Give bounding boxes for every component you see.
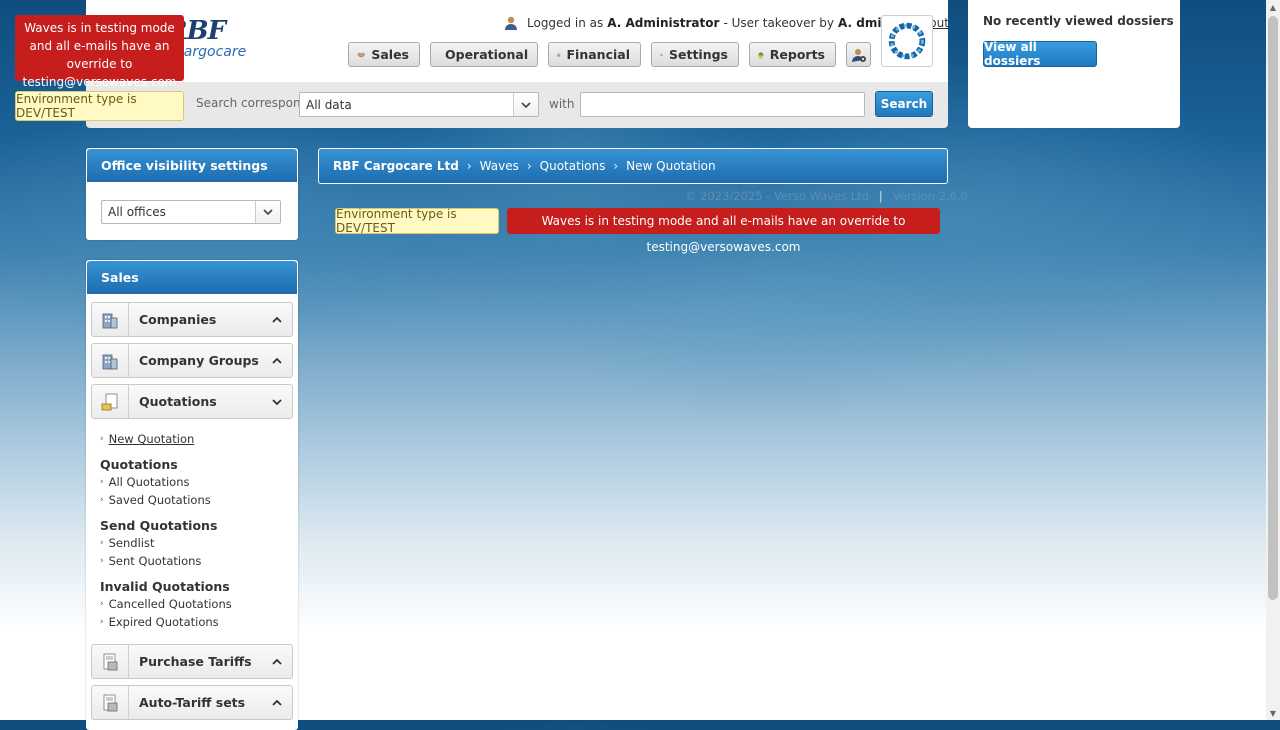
chevron-right-icon: › — [100, 477, 104, 487]
building-icon — [92, 303, 129, 336]
chevron-up-icon — [262, 659, 292, 665]
breadcrumb-separator-icon: › — [613, 159, 618, 173]
breadcrumb-separator-icon: › — [467, 159, 472, 173]
office-select[interactable]: All offices — [101, 200, 281, 224]
testing-mode-inline-warning: Waves is in testing mode and all e-mails… — [507, 208, 940, 234]
purchase-tariffs-label: Purchase Tariffs — [129, 654, 262, 669]
nav-operational-button[interactable]: Operational — [430, 42, 538, 67]
nav-label: Financial — [567, 47, 630, 62]
purchase-tariffs-section[interactable]: Purchase Tariffs — [91, 644, 293, 679]
chevron-right-icon: › — [100, 538, 104, 548]
search-button[interactable]: Search — [875, 91, 933, 117]
new-quotation-label: New Quotation — [109, 432, 195, 446]
divider: | — [879, 189, 883, 203]
sales-panel-title: Sales — [87, 261, 297, 294]
nav-financial-button[interactable]: Financial — [548, 42, 641, 67]
new-quotation-link[interactable]: › New Quotation — [100, 432, 194, 446]
cancelled-quotations-link[interactable]: › Cancelled Quotations — [100, 597, 232, 611]
auto-tariff-sets-section[interactable]: Auto-Tariff sets — [91, 685, 293, 720]
view-all-dossiers-button[interactable]: View all dossiers — [983, 41, 1097, 67]
breadcrumb-waves[interactable]: Waves — [480, 159, 519, 173]
search-input[interactable] — [580, 92, 865, 117]
handshake-icon — [357, 47, 365, 63]
all-quotations-link[interactable]: › All Quotations — [100, 475, 189, 489]
scroll-thumb[interactable] — [1268, 16, 1278, 600]
logged-in-prefix: Logged in as — [527, 16, 603, 30]
send-quotations-heading: Send Quotations — [100, 518, 217, 533]
sent-quotations-link[interactable]: › Sent Quotations — [100, 554, 201, 568]
company-groups-section[interactable]: Company Groups — [91, 343, 293, 378]
search-scope-select[interactable]: All data — [299, 92, 539, 117]
version-text: Version 2.6.0 — [893, 189, 968, 203]
gear-icon — [660, 47, 663, 63]
chevron-right-icon: › — [100, 556, 104, 566]
breadcrumb-current: New Quotation — [626, 159, 715, 173]
nav-settings-button[interactable]: Settings — [651, 42, 739, 67]
nav-sales-button[interactable]: Sales — [348, 42, 420, 67]
footer-info: © 2023/2025 - Verso Waves Ltd | Version 2.… — [685, 189, 968, 203]
recent-dossiers-title: No recently viewed dossiers — [983, 14, 1174, 28]
tariff-document-icon — [92, 645, 129, 678]
user-name: A. Administrator — [607, 16, 719, 30]
quotations-label: Quotations — [129, 394, 262, 409]
chevron-right-icon: › — [100, 617, 104, 627]
user-icon — [503, 15, 519, 31]
nav-reports-button[interactable]: Reports — [749, 42, 836, 67]
companies-section[interactable]: Companies — [91, 302, 293, 337]
chevron-down-icon — [262, 399, 292, 405]
user-settings-button[interactable] — [846, 42, 871, 67]
verso-waves-logo[interactable] — [881, 15, 933, 67]
breadcrumb-quotations[interactable]: Quotations — [540, 159, 606, 173]
copyright-text: © 2023/2025 - Verso Waves Ltd — [685, 189, 869, 203]
building-icon — [92, 344, 129, 377]
quotation-document-icon — [92, 385, 129, 418]
testing-mode-warning: Waves is in testing mode and all e-mails… — [15, 15, 184, 81]
office-select-value: All offices — [108, 205, 166, 219]
calculator-icon — [557, 47, 561, 63]
environment-inline-warning: Environment type is DEV/TEST — [335, 208, 499, 234]
expired-quotations-label: Expired Quotations — [109, 615, 219, 629]
saved-quotations-label: Saved Quotations — [109, 493, 211, 507]
chevron-up-icon — [262, 317, 292, 323]
companies-label: Companies — [129, 312, 262, 327]
waves-logo-icon — [882, 16, 932, 66]
sendlist-label: Sendlist — [109, 536, 155, 550]
breadcrumb-company[interactable]: RBF Cargocare Ltd — [333, 159, 459, 173]
nav-label: Reports — [770, 47, 825, 62]
scroll-down-icon[interactable]: ▼ — [1266, 706, 1280, 720]
quotations-section[interactable]: Quotations — [91, 384, 293, 419]
logo-sub: Cargocare — [174, 44, 246, 60]
nav-label: Settings — [669, 47, 728, 62]
auto-tariff-sets-label: Auto-Tariff sets — [129, 695, 262, 710]
nav-label: Sales — [371, 47, 409, 62]
invalid-quotations-heading: Invalid Quotations — [100, 579, 230, 594]
company-groups-label: Company Groups — [129, 353, 262, 368]
with-label: with — [549, 97, 574, 111]
quotations-group-heading: Quotations — [100, 457, 178, 472]
search-scope-value: All data — [306, 98, 352, 112]
all-quotations-label: All Quotations — [109, 475, 190, 489]
chevron-right-icon: › — [100, 434, 104, 444]
breadcrumb: RBF Cargocare Ltd › Waves › Quotations ›… — [318, 148, 948, 184]
scroll-up-icon[interactable]: ▲ — [1266, 0, 1280, 14]
sent-quotations-label: Sent Quotations — [109, 554, 202, 568]
chevron-up-icon — [262, 700, 292, 706]
sendlist-link[interactable]: › Sendlist — [100, 536, 154, 550]
chevron-right-icon: › — [100, 495, 104, 505]
expired-quotations-link[interactable]: › Expired Quotations — [100, 615, 219, 629]
user-gear-icon — [851, 47, 867, 63]
office-visibility-title: Office visibility settings — [87, 149, 297, 182]
saved-quotations-link[interactable]: › Saved Quotations — [100, 493, 211, 507]
takeover-text: - User takeover by — [723, 16, 834, 30]
chevron-down-icon — [513, 93, 538, 116]
chart-icon — [758, 47, 764, 63]
chevron-up-icon — [262, 358, 292, 364]
cancelled-quotations-label: Cancelled Quotations — [109, 597, 232, 611]
chevron-right-icon: › — [100, 599, 104, 609]
nav-label: Operational — [445, 47, 528, 62]
environment-warning: Environment type is DEV/TEST — [15, 91, 184, 121]
tariff-document-icon — [92, 686, 129, 719]
breadcrumb-separator-icon: › — [527, 159, 532, 173]
chevron-down-icon — [255, 201, 280, 223]
